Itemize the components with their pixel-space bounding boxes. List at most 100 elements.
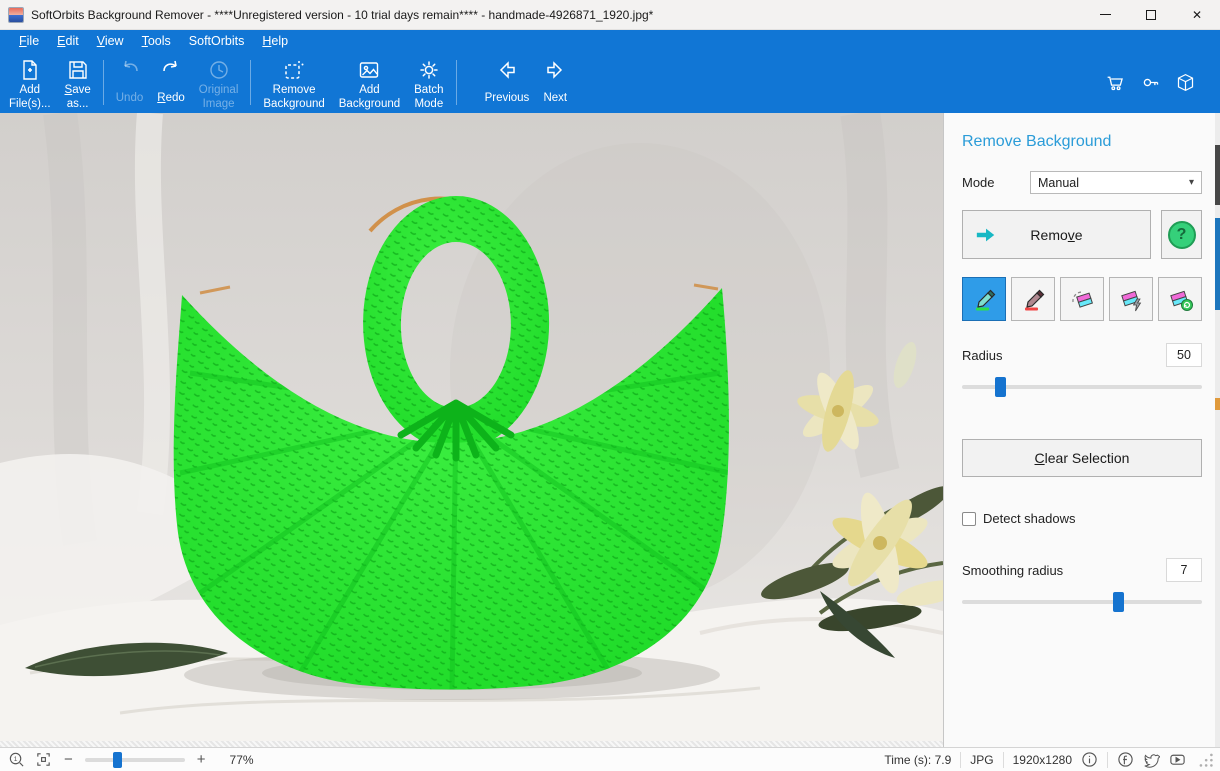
facebook-icon[interactable] (1117, 751, 1134, 768)
toolbar-separator (456, 60, 457, 105)
zoom-slider[interactable] (85, 752, 185, 768)
key-icon[interactable] (1140, 72, 1161, 93)
zoom-slider-track (85, 758, 185, 762)
magic-eraser-icon (1116, 284, 1146, 314)
history-icon (207, 58, 231, 82)
cart-icon[interactable] (1105, 72, 1126, 93)
close-button[interactable]: ✕ (1174, 0, 1220, 30)
info-icon[interactable] (1081, 751, 1098, 768)
keep-marker-tool[interactable] (962, 277, 1006, 321)
magic-eraser-tool[interactable] (1109, 277, 1153, 321)
menu-bar: File Edit View Tools SoftOrbits Help (0, 30, 1220, 52)
undo-button: Undo (109, 54, 151, 111)
restore-eraser-icon (1165, 284, 1195, 314)
menu-tools[interactable]: Tools (133, 31, 180, 51)
zoom-percent: 77% (230, 753, 254, 767)
add-background-button[interactable]: AddBackground (332, 54, 407, 111)
separator (1003, 752, 1004, 768)
canvas-empty-area (0, 741, 943, 747)
photo-image[interactable] (0, 113, 943, 741)
menu-softorbits[interactable]: SoftOrbits (180, 31, 254, 51)
smoothing-radius-value[interactable]: 7 (1166, 558, 1202, 582)
panel-scrollbar[interactable] (1215, 113, 1220, 747)
eraser-tool[interactable] (1060, 277, 1104, 321)
separator (1107, 752, 1108, 768)
previous-button[interactable]: Previous (478, 54, 537, 111)
menu-edit[interactable]: Edit (48, 31, 88, 51)
question-icon: ? (1168, 221, 1196, 249)
help-button[interactable]: ? (1161, 210, 1202, 259)
original-image-button: OriginalImage (192, 54, 246, 111)
toolbar: AddFile(s)... Save as... Undo Redo (0, 52, 1220, 113)
next-arrow-icon (543, 58, 567, 82)
toolbar-separator (250, 60, 251, 105)
redo-button[interactable]: Redo (150, 54, 192, 111)
zoom-slider-thumb[interactable] (113, 752, 122, 768)
remove-button[interactable]: Remove (962, 210, 1151, 259)
svg-text:1: 1 (14, 756, 18, 763)
youtube-icon[interactable] (1169, 751, 1186, 768)
zoom-out-button[interactable]: − (62, 751, 75, 768)
radius-value[interactable]: 50 (1166, 343, 1202, 367)
toolbar-separator (103, 60, 104, 105)
close-icon: ✕ (1192, 8, 1202, 22)
panel-title: Remove Background (962, 133, 1202, 151)
batch-mode-button[interactable]: BatchMode (407, 54, 450, 111)
actual-size-icon[interactable]: 1 (8, 751, 25, 768)
minimize-button[interactable] (1082, 0, 1128, 30)
radius-slider-thumb[interactable] (995, 377, 1006, 397)
save-icon (66, 58, 90, 82)
app-logo-icon (8, 7, 24, 23)
fit-to-window-icon[interactable] (35, 751, 52, 768)
radius-label: Radius (962, 348, 1002, 363)
smoothing-radius-label: Smoothing radius (962, 563, 1063, 578)
twitter-icon[interactable] (1143, 751, 1160, 768)
scroll-segment-dark (1215, 145, 1220, 205)
restore-eraser-tool[interactable] (1158, 277, 1202, 321)
run-arrow-icon (975, 227, 997, 243)
green-marker-icon (969, 284, 999, 314)
remove-background-icon (282, 58, 306, 82)
detect-shadows-checkbox[interactable] (962, 512, 976, 526)
resize-grip[interactable] (1197, 751, 1214, 768)
processing-time: Time (s): 7.9 (884, 753, 951, 767)
menu-file[interactable]: File (10, 31, 48, 51)
mode-value: Manual (1038, 176, 1079, 190)
remove-marker-tool[interactable] (1011, 277, 1055, 321)
app-window: SoftOrbits Background Remover - ****Unre… (0, 0, 1220, 771)
remove-background-button[interactable]: RemoveBackground (256, 54, 331, 111)
image-canvas[interactable] (0, 113, 943, 747)
smoothing-slider[interactable] (962, 592, 1202, 612)
title-bar: SoftOrbits Background Remover - ****Unre… (0, 0, 1220, 30)
chevron-down-icon: ▾ (1189, 177, 1194, 188)
image-dimensions: 1920x1280 (1013, 753, 1072, 767)
window-title: SoftOrbits Background Remover - ****Unre… (31, 8, 653, 22)
detect-shadows-label: Detect shadows (983, 511, 1076, 526)
add-file-icon (18, 58, 42, 82)
redo-icon (159, 58, 183, 82)
maximize-button[interactable] (1128, 0, 1174, 30)
gear-icon (417, 58, 441, 82)
package-icon[interactable] (1175, 72, 1196, 93)
smoothing-slider-thumb[interactable] (1113, 592, 1124, 612)
undo-icon (118, 58, 142, 82)
separator (960, 752, 961, 768)
clear-selection-button[interactable]: Clear Selection (962, 439, 1202, 477)
file-format: JPG (970, 753, 993, 767)
save-as-button[interactable]: Save as... (58, 54, 98, 111)
previous-arrow-icon (495, 58, 519, 82)
scroll-thumb[interactable] (1215, 218, 1220, 310)
radius-slider[interactable] (962, 377, 1202, 397)
minimize-icon (1100, 14, 1111, 15)
next-button[interactable]: Next (536, 54, 574, 111)
menu-help[interactable]: Help (253, 31, 297, 51)
mode-dropdown[interactable]: Manual ▾ (1030, 171, 1202, 194)
red-marker-icon (1018, 284, 1048, 314)
zoom-in-button[interactable]: + (195, 751, 208, 768)
add-background-icon (357, 58, 381, 82)
eraser-icon (1067, 284, 1097, 314)
mode-label: Mode (962, 175, 1030, 190)
menu-view[interactable]: View (88, 31, 133, 51)
add-files-button[interactable]: AddFile(s)... (2, 54, 58, 111)
maximize-icon (1146, 10, 1156, 20)
